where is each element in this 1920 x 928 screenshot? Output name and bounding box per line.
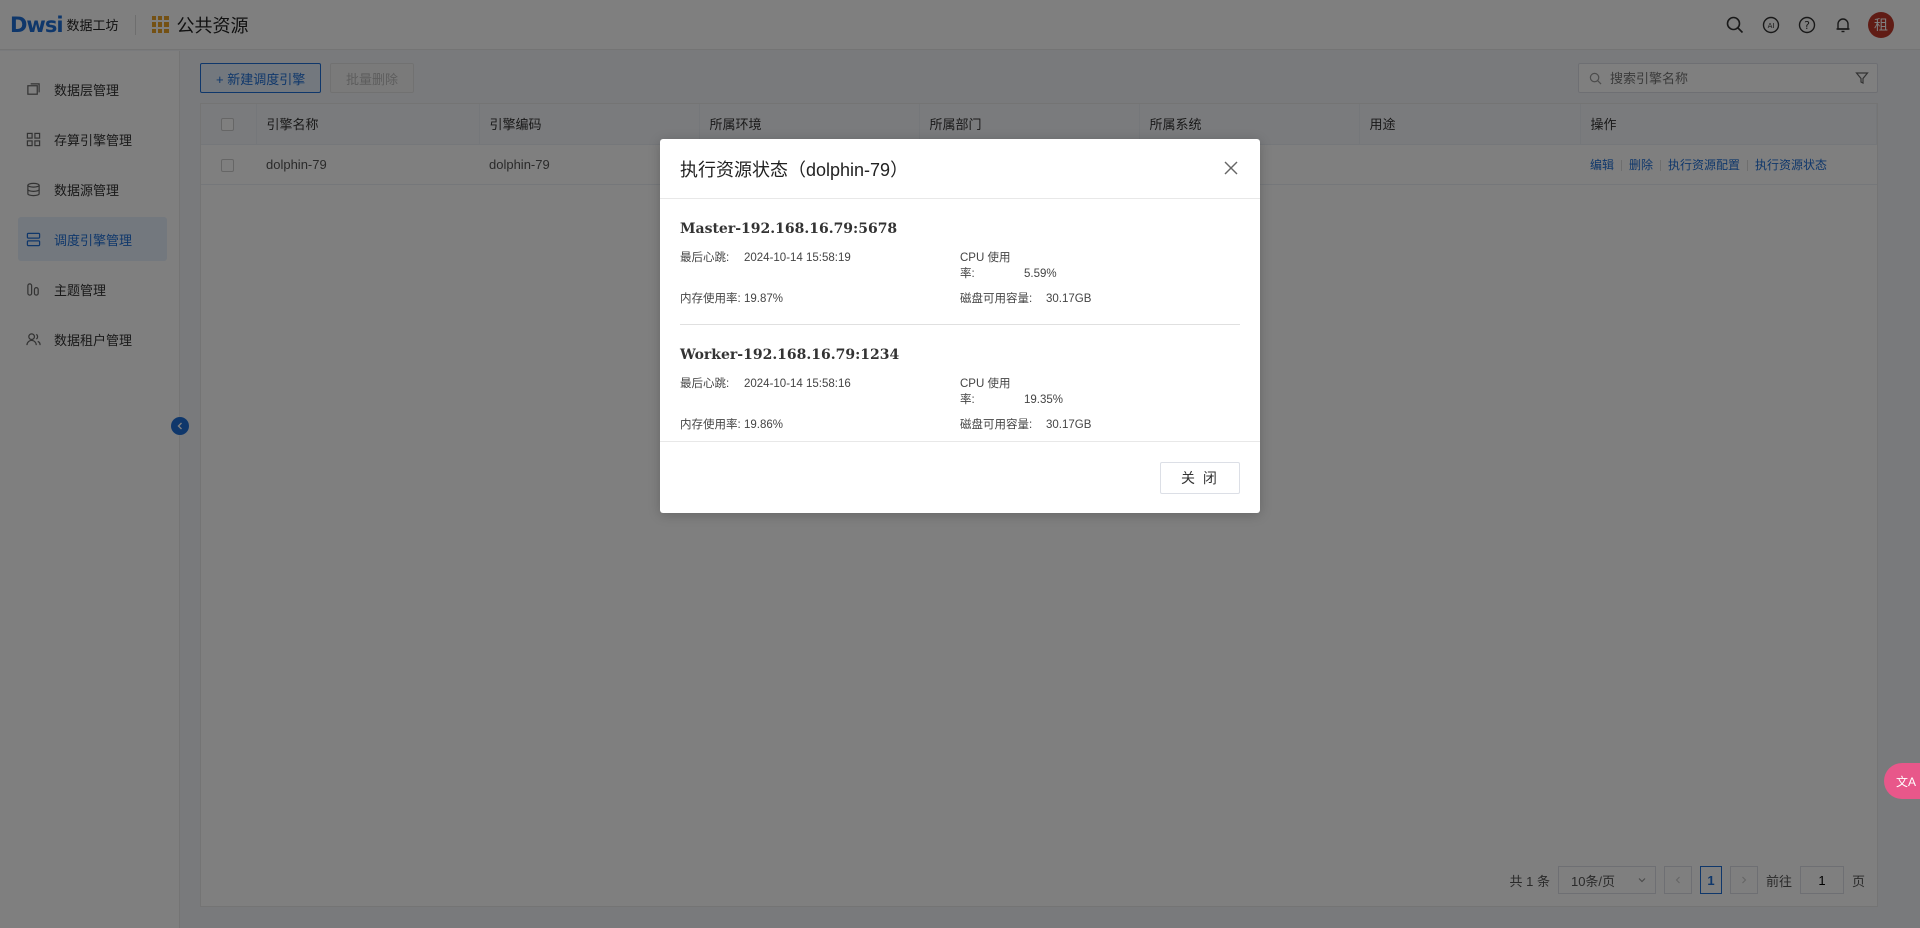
master-node-section: Master-192.168.16.79:5678 最后心跳: 2024-10-1… — [680, 199, 1240, 324]
dialog-body: Master-192.168.16.79:5678 最后心跳: 2024-10-1… — [660, 199, 1260, 450]
memory-row: 内存使用率: 19.87% — [680, 290, 960, 306]
memory-value: 19.86% — [744, 419, 784, 431]
close-button[interactable]: 关 闭 — [1160, 462, 1240, 494]
cpu-value: 19.35% — [1024, 394, 1064, 406]
heartbeat-value: 2024-10-14 15:58:16 — [744, 378, 851, 390]
cpu-row: CPU 使用率: 19.35% — [960, 375, 1240, 407]
close-icon[interactable] — [1222, 159, 1240, 177]
heartbeat-label: 最后心跳: — [680, 252, 730, 264]
heartbeat-label: 最后心跳: — [680, 378, 730, 390]
dialog-title: 执行资源状态（dolphin-79） — [680, 159, 909, 180]
cpu-value: 5.59% — [1024, 268, 1057, 280]
node-title: Master-192.168.16.79:5678 — [680, 221, 898, 237]
translate-float-button[interactable]: 文A — [1884, 763, 1920, 799]
disk-row: 磁盘可用容量: 30.17GB — [960, 416, 1240, 432]
cpu-label: CPU 使用率: — [960, 378, 1011, 406]
memory-value: 19.87% — [744, 293, 784, 305]
resource-status-dialog: 执行资源状态（dolphin-79） Master-192.168.16.79:… — [660, 139, 1260, 513]
memory-row: 内存使用率: 19.86% — [680, 416, 960, 432]
cpu-label: CPU 使用率: — [960, 252, 1011, 280]
translate-icon: 文A — [1896, 774, 1917, 789]
heartbeat-value: 2024-10-14 15:58:19 — [744, 252, 851, 264]
worker-node-section: Worker-192.168.16.79:1234 最后心跳: 2024-10-1… — [680, 324, 1240, 450]
node-title: Worker-192.168.16.79:1234 — [680, 347, 900, 363]
cpu-row: CPU 使用率: 5.59% — [960, 249, 1240, 281]
disk-label: 磁盘可用容量: — [960, 419, 1033, 431]
heartbeat-row: 最后心跳: 2024-10-14 15:58:16 — [680, 375, 960, 407]
dialog-footer: 关 闭 — [660, 441, 1260, 513]
memory-label: 内存使用率: — [680, 419, 741, 431]
heartbeat-row: 最后心跳: 2024-10-14 15:58:19 — [680, 249, 960, 281]
disk-value: 30.17GB — [1046, 293, 1092, 305]
dialog-header: 执行资源状态（dolphin-79） — [660, 139, 1260, 199]
disk-label: 磁盘可用容量: — [960, 293, 1033, 305]
disk-row: 磁盘可用容量: 30.17GB — [960, 290, 1240, 306]
memory-label: 内存使用率: — [680, 293, 741, 305]
disk-value: 30.17GB — [1046, 419, 1092, 431]
